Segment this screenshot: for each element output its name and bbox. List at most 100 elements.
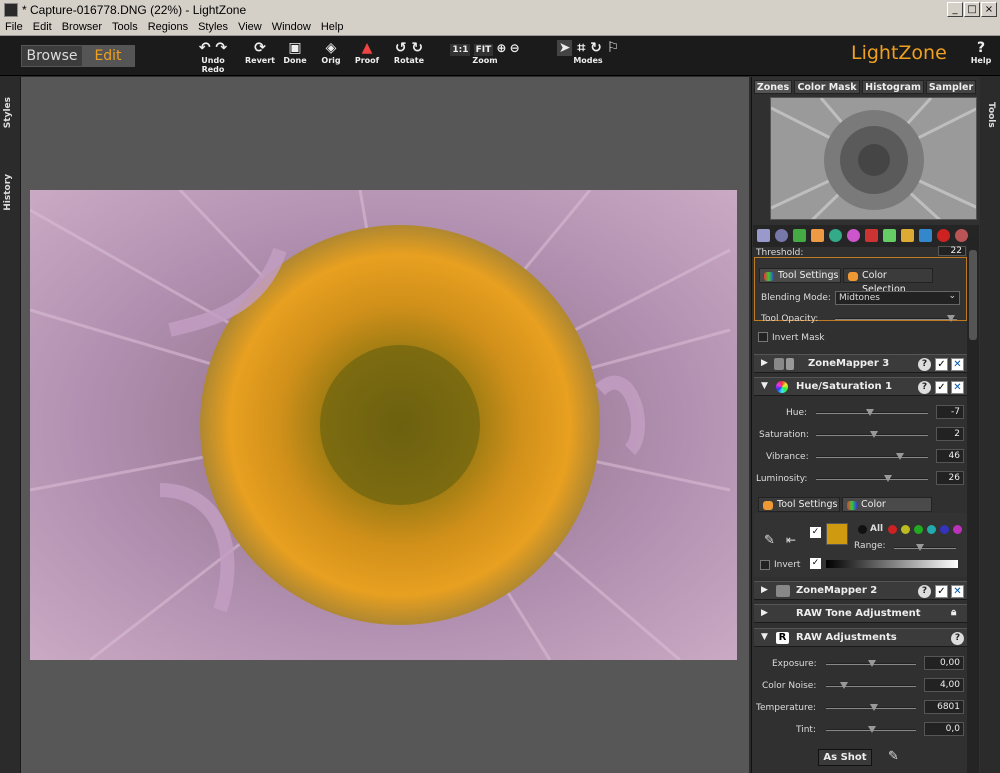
- minimize-button[interactable]: _: [947, 2, 963, 17]
- browse-mode-button[interactable]: Browse: [22, 46, 82, 66]
- delete-tool-icon[interactable]: ✕: [951, 381, 964, 394]
- noise-tool-icon[interactable]: [811, 229, 824, 242]
- help-icon[interactable]: ?: [918, 381, 931, 394]
- image-canvas[interactable]: [21, 77, 749, 773]
- zonemapper2-header[interactable]: ▶ ZoneMapper 2 ? ✓ ✕: [754, 581, 967, 600]
- rotate-button[interactable]: ↺ ↻ Rotate: [392, 40, 426, 65]
- color-noise-value[interactable]: 4,00: [924, 678, 964, 692]
- scrollbar-thumb[interactable]: [969, 250, 977, 340]
- zonemapper3-header[interactable]: ▶ ZoneMapper 3 ? ✓ ✕: [754, 354, 967, 373]
- vibrance-value[interactable]: 46: [936, 449, 964, 463]
- saturation-slider[interactable]: [816, 431, 928, 438]
- all-colors-dot[interactable]: [858, 525, 867, 534]
- slider-knob[interactable]: [896, 453, 904, 460]
- reset-range-icon[interactable]: ⇤: [786, 533, 796, 547]
- tab-color-mask[interactable]: Color Mask: [794, 80, 860, 94]
- tools-scrollbar[interactable]: [967, 238, 979, 773]
- magenta-dot[interactable]: [953, 525, 962, 534]
- blue-dot[interactable]: [940, 525, 949, 534]
- slider-knob[interactable]: [947, 315, 955, 322]
- eyedropper-icon[interactable]: ✎: [888, 749, 899, 764]
- menu-browser[interactable]: Browser: [57, 20, 107, 33]
- blending-mode-select[interactable]: Midtones ⌄: [835, 291, 960, 305]
- orig-button[interactable]: ◈ Orig: [318, 40, 344, 65]
- red-dot[interactable]: [888, 525, 897, 534]
- delete-tool-icon[interactable]: ✕: [951, 585, 964, 598]
- hue-value[interactable]: -7: [936, 405, 964, 419]
- luminosity-enable-checkbox[interactable]: ✓: [810, 558, 821, 569]
- menu-styles[interactable]: Styles: [193, 20, 233, 33]
- zoom-fit-button[interactable]: FIT: [473, 44, 494, 56]
- arrow-mode-icon[interactable]: ➤: [556, 40, 573, 56]
- temperature-tool-icon[interactable]: [865, 229, 878, 242]
- color-noise-slider[interactable]: [826, 682, 916, 689]
- range-slider[interactable]: [894, 544, 956, 551]
- slider-knob[interactable]: [916, 544, 924, 551]
- invert-checkbox[interactable]: [760, 560, 770, 570]
- edit-mode-button[interactable]: Edit: [82, 46, 134, 66]
- tint-slider[interactable]: [826, 726, 916, 733]
- luminosity-value[interactable]: 26: [936, 471, 964, 485]
- done-button[interactable]: ▣ Done: [282, 40, 308, 65]
- help-icon[interactable]: ?: [918, 358, 931, 371]
- sharpen-tool-icon[interactable]: [793, 229, 806, 242]
- undo-redo-button[interactable]: ↶ ↷ Undo Redo: [190, 40, 236, 74]
- redeye-tool-icon[interactable]: [937, 229, 950, 242]
- styles-tab[interactable]: Styles: [3, 97, 13, 128]
- tool-opacity-slider[interactable]: [835, 315, 957, 322]
- luminosity-slider[interactable]: [816, 475, 928, 482]
- rotate-mode-icon[interactable]: ↻: [590, 40, 602, 56]
- help-icon[interactable]: ?: [918, 585, 931, 598]
- enable-checkbox[interactable]: ✓: [935, 585, 948, 598]
- close-button[interactable]: ×: [981, 2, 997, 17]
- expand-icon[interactable]: ▶: [761, 585, 768, 595]
- exposure-value[interactable]: 0,00: [924, 656, 964, 670]
- selected-color-swatch[interactable]: [826, 523, 848, 545]
- zoom-in-icon[interactable]: ⊕: [496, 41, 506, 55]
- expand-icon[interactable]: ▶: [761, 608, 768, 618]
- slider-knob[interactable]: [868, 660, 876, 667]
- proof-button[interactable]: ▲ Proof: [352, 40, 382, 65]
- tool-settings-tab[interactable]: Tool Settings: [758, 497, 840, 512]
- bw-tool-icon[interactable]: [901, 229, 914, 242]
- enable-checkbox[interactable]: ✓: [935, 381, 948, 394]
- yellow-dot[interactable]: [901, 525, 910, 534]
- menu-tools[interactable]: Tools: [107, 20, 143, 33]
- help-button[interactable]: ? Help: [968, 40, 994, 65]
- huesat-header[interactable]: ▼ Hue/Saturation 1 ? ✓ ✕: [754, 377, 967, 396]
- saturation-value[interactable]: 2: [936, 427, 964, 441]
- clone-tool-icon[interactable]: [919, 229, 932, 242]
- color-enable-checkbox[interactable]: ✓: [810, 527, 821, 538]
- tool-settings-tab[interactable]: Tool Settings: [759, 268, 841, 283]
- crop-mode-icon[interactable]: ⌗: [577, 40, 585, 56]
- color-balance-tool-icon[interactable]: [829, 229, 842, 242]
- menu-file[interactable]: File: [0, 20, 28, 33]
- raw-tone-header[interactable]: ▶ RAW Tone Adjustment 🔒︎: [754, 604, 967, 623]
- tab-zones[interactable]: Zones: [754, 80, 792, 94]
- temperature-value[interactable]: 6801: [924, 700, 964, 714]
- collapse-icon[interactable]: ▼: [761, 381, 768, 391]
- zoom-out-icon[interactable]: ⊖: [510, 41, 520, 55]
- raw-adjustments-header[interactable]: ▼ R RAW Adjustments ?: [754, 628, 967, 647]
- tab-histogram[interactable]: Histogram: [862, 80, 924, 94]
- cyan-dot[interactable]: [927, 525, 936, 534]
- invert-mask-checkbox[interactable]: [758, 332, 768, 342]
- slider-knob[interactable]: [866, 409, 874, 416]
- menu-help[interactable]: Help: [316, 20, 349, 33]
- slider-knob[interactable]: [840, 682, 848, 689]
- luminosity-range-bar[interactable]: [826, 560, 958, 568]
- collapse-icon[interactable]: ▼: [761, 632, 768, 642]
- expand-icon[interactable]: ▶: [761, 358, 768, 368]
- menu-edit[interactable]: Edit: [28, 20, 57, 33]
- revert-button[interactable]: ⟳ Revert: [244, 40, 276, 65]
- slider-knob[interactable]: [868, 726, 876, 733]
- zoom-1to1-button[interactable]: 1:1: [450, 44, 471, 56]
- vibrance-slider[interactable]: [816, 453, 928, 460]
- region-mode-icon[interactable]: ⚐: [607, 40, 620, 56]
- tools-tab[interactable]: Tools: [986, 102, 996, 128]
- history-tab[interactable]: History: [3, 174, 13, 211]
- tint-value[interactable]: 0,0: [924, 722, 964, 736]
- flower-photo[interactable]: [30, 190, 737, 660]
- exposure-slider[interactable]: [826, 660, 916, 667]
- as-shot-button[interactable]: As Shot: [818, 749, 872, 766]
